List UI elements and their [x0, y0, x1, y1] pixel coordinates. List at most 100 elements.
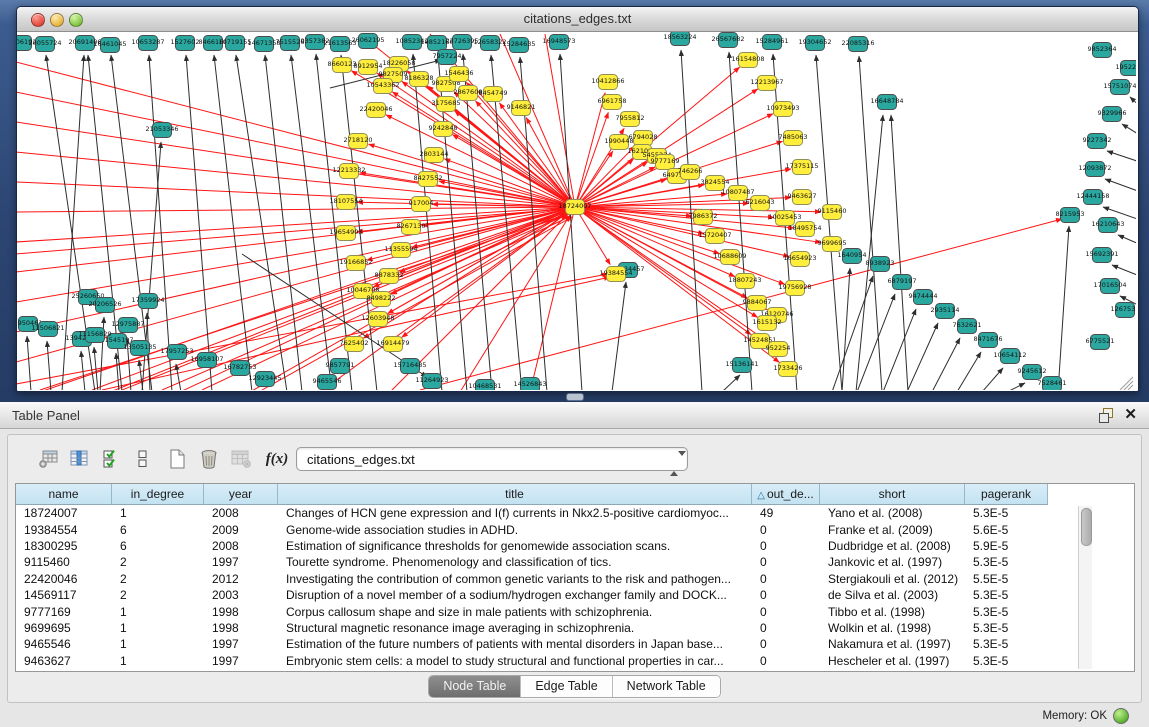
column-header-year[interactable]: year — [204, 484, 278, 505]
svg-text:15284635: 15284635 — [502, 40, 535, 48]
column-header-pagerank[interactable]: pagerank — [965, 484, 1048, 505]
cell-out_de: 0 — [752, 588, 820, 602]
svg-text:10807487: 10807487 — [721, 188, 754, 196]
svg-text:8912954: 8912954 — [354, 62, 383, 70]
cell-name: 9463627 — [16, 654, 112, 668]
svg-text:19756928: 19756928 — [778, 283, 811, 291]
svg-text:7955812: 7955812 — [616, 114, 645, 122]
cell-pagerank: 5.3E-5 — [965, 588, 1048, 602]
cell-name: 18300295 — [16, 539, 112, 553]
table-row[interactable]: 1872400712008Changes of HCN gene express… — [16, 505, 1134, 521]
tab-node-table[interactable]: Node Table — [429, 676, 521, 697]
svg-text:16948573: 16948573 — [542, 37, 575, 45]
cell-year: 1997 — [204, 637, 278, 651]
svg-text:12444158: 12444158 — [1076, 192, 1109, 200]
cell-name: 18724007 — [16, 506, 112, 520]
svg-text:14526843: 14526843 — [513, 380, 546, 388]
svg-text:9329966: 9329966 — [1098, 109, 1127, 117]
table-row[interactable]: 1456911722003Disruption of a novel membe… — [16, 587, 1134, 603]
table-panel-title: Table Panel — [12, 408, 80, 423]
table-row[interactable]: 1830029562008Estimation of significance … — [16, 538, 1134, 554]
scrollbar-thumb[interactable] — [1081, 508, 1092, 546]
graph-node[interactable]: 10468531 — [468, 380, 501, 391]
select-columns-icon[interactable] — [98, 445, 124, 473]
show-column-icon[interactable] — [66, 445, 92, 473]
function-builder-icon[interactable]: f(x) — [264, 445, 290, 473]
table-panel-header: Table Panel ✕ — [0, 402, 1149, 429]
table-vertical-scrollbar[interactable] — [1078, 506, 1092, 669]
tab-network-table[interactable]: Network Table — [613, 676, 720, 697]
svg-text:9852364: 9852364 — [1088, 45, 1117, 53]
network-view-window[interactable]: citations_edges.txt 26061922005572420691… — [16, 6, 1139, 392]
svg-text:9699695: 9699695 — [818, 239, 847, 247]
table-row[interactable]: 977716911998Corpus callosum shape and si… — [16, 603, 1134, 619]
row-mode-icon[interactable] — [130, 445, 156, 473]
svg-text:2803144: 2803144 — [420, 150, 449, 158]
cell-year: 2009 — [204, 523, 278, 537]
panel-divider-handle[interactable] — [566, 393, 584, 401]
table-row[interactable]: 911546021997Tourette syndrome. Phenomeno… — [16, 554, 1134, 570]
graph-node[interactable]: 952254 — [766, 342, 791, 357]
svg-text:2935114: 2935114 — [931, 306, 960, 314]
column-header-in_degree[interactable]: in_degree — [112, 484, 204, 505]
svg-text:6961758: 6961758 — [598, 97, 627, 105]
table-tabs: Node TableEdge TableNetwork Table — [8, 675, 1141, 699]
table-row[interactable]: 2242004622012Investigating the contribut… — [16, 571, 1134, 587]
delete-table-icon[interactable] — [228, 445, 254, 473]
float-panel-icon[interactable] — [1099, 408, 1113, 422]
new-column-icon[interactable] — [164, 445, 190, 473]
table-row[interactable]: 1938455462009Genome-wide association stu… — [16, 521, 1134, 537]
table-row[interactable]: 969969511998Structural magnetic resonanc… — [16, 620, 1134, 636]
svg-text:16648784: 16648784 — [870, 97, 903, 105]
cell-year: 1998 — [204, 605, 278, 619]
cell-year: 1997 — [204, 555, 278, 569]
cell-pagerank: 5.3E-5 — [965, 605, 1048, 619]
table-mode-icon[interactable] — [36, 445, 62, 473]
svg-text:10973493: 10973493 — [766, 104, 799, 112]
cell-out_de: 0 — [752, 555, 820, 569]
column-header-short[interactable]: short — [820, 484, 965, 505]
graph-node[interactable]: 917004 — [409, 197, 434, 212]
svg-text:10468531: 10468531 — [468, 382, 501, 390]
network-canvas[interactable]: 2606192200557242069140616461045106532871… — [17, 32, 1136, 390]
graph-node[interactable]: 746266 — [678, 165, 703, 180]
network-window-titlebar[interactable]: citations_edges.txt — [17, 7, 1138, 32]
cell-out_de: 0 — [752, 539, 820, 553]
table-body: 1872400712008Changes of HCN gene express… — [16, 505, 1134, 671]
table-row[interactable]: 946554611997Estimation of the future num… — [16, 636, 1134, 652]
svg-text:7986372: 7986372 — [689, 212, 718, 220]
tab-edge-table[interactable]: Edge Table — [521, 676, 612, 697]
table-panel: Table Panel ✕ — [0, 402, 1149, 727]
cell-pagerank: 5.3E-5 — [965, 555, 1048, 569]
cell-out_de: 0 — [752, 654, 820, 668]
cell-pagerank: 5.3E-5 — [965, 637, 1048, 651]
cell-short: Yano et al. (2008) — [820, 506, 965, 520]
delete-column-icon[interactable] — [196, 445, 222, 473]
column-header-name[interactable]: name — [16, 484, 112, 505]
cell-title: Changes of HCN gene expression and I(f) … — [278, 506, 752, 520]
svg-text:12975887: 12975887 — [111, 320, 144, 328]
cell-year: 1998 — [204, 621, 278, 635]
network-window-title: citations_edges.txt — [17, 11, 1138, 26]
svg-text:7625402: 7625402 — [340, 339, 369, 347]
svg-text:952254: 952254 — [766, 344, 791, 352]
column-header-out_de[interactable]: △out_de... — [752, 484, 820, 505]
svg-text:1527602: 1527602 — [171, 38, 200, 46]
svg-text:9474444: 9474444 — [909, 292, 938, 300]
svg-text:26062195: 26062195 — [351, 36, 384, 44]
table-source-value: citations_edges.txt — [307, 452, 415, 467]
table-row[interactable]: 946362711997Embryonic stem cells: a mode… — [16, 653, 1134, 669]
svg-text:16958107: 16958107 — [190, 355, 223, 363]
table-header-row: namein_degreeyeartitle△out_de...shortpag… — [16, 484, 1048, 505]
cell-pagerank: 5.9E-5 — [965, 539, 1048, 553]
column-header-title[interactable]: title — [278, 484, 752, 505]
svg-text:13505135: 13505135 — [123, 343, 156, 351]
table-panel-body: f(x) citations_edges.txt namein_degreeye… — [7, 434, 1142, 703]
close-panel-icon[interactable]: ✕ — [1124, 405, 1137, 423]
cell-short: Franke et al. (2009) — [820, 523, 965, 537]
network-graph[interactable]: 2606192200557242069140616461045106532871… — [17, 32, 1136, 390]
table-source-select[interactable]: citations_edges.txt — [296, 447, 688, 471]
cell-short: de Silva et al. (2003) — [820, 588, 965, 602]
cell-pagerank: 5.3E-5 — [965, 621, 1048, 635]
svg-text:17359924: 17359924 — [131, 296, 164, 304]
